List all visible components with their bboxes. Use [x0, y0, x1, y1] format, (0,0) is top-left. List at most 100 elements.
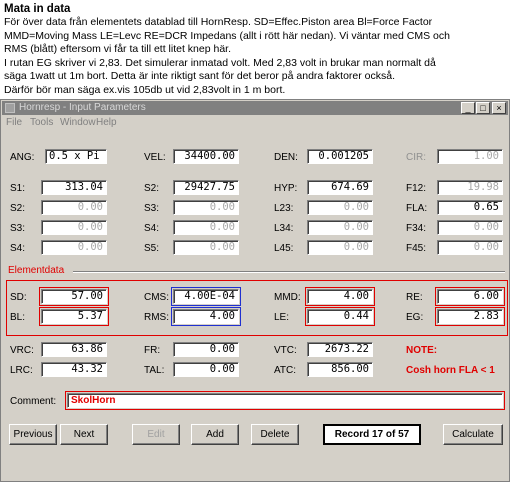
rms-label: RMS:: [144, 312, 169, 323]
s3b-field[interactable]: 0.00: [41, 220, 107, 235]
l45-field[interactable]: 0.00: [307, 240, 373, 255]
close-button[interactable]: ×: [492, 102, 506, 114]
s5-label: S5:: [144, 243, 160, 254]
l45-label: L45:: [274, 243, 294, 254]
minimize-button[interactable]: _: [461, 102, 475, 114]
window-title: Hornresp - Input Parameters: [19, 102, 146, 113]
menu-bar: File Tools Window Help: [2, 116, 508, 129]
tal-label: TAL:: [144, 365, 165, 376]
le-field[interactable]: 0.44: [305, 307, 375, 326]
fla-field[interactable]: 0.65: [437, 200, 503, 215]
menu-tools[interactable]: Tools: [30, 116, 53, 129]
intro-heading: Mata in data: [4, 3, 71, 15]
sd-label: SD:: [10, 292, 27, 303]
mmd-label: MMD:: [274, 292, 301, 303]
vel-label: VEL:: [144, 152, 166, 163]
cir-field[interactable]: 1.00: [437, 149, 503, 164]
cms-label: CMS:: [144, 292, 169, 303]
menu-file[interactable]: File: [6, 116, 22, 129]
f45-field[interactable]: 0.00: [437, 240, 503, 255]
elementdata-label: Elementdata: [8, 265, 65, 276]
l34-field[interactable]: 0.00: [307, 220, 373, 235]
f45-label: F45:: [406, 243, 427, 254]
s1-field[interactable]: 313.04: [41, 180, 107, 195]
l34-label: L34:: [274, 223, 294, 234]
f34-label: F34:: [406, 223, 427, 234]
cir-label: CIR:: [406, 152, 426, 163]
bl-field[interactable]: 5.37: [39, 307, 109, 326]
intro-line: MMD=Moving Mass LE=Levc RE=DCR Impedans …: [4, 29, 450, 42]
f12-label: F12:: [406, 183, 427, 194]
intro-line: I rutan EG skriver vi 2,83. Det simulera…: [4, 56, 436, 69]
rms-field[interactable]: 4.00: [171, 307, 241, 326]
s3-field[interactable]: 0.00: [173, 200, 239, 215]
fla-label: FLA:: [406, 203, 428, 214]
calculate-button[interactable]: Calculate: [443, 424, 503, 445]
s2b-label: S2:: [10, 203, 26, 214]
s5-field[interactable]: 0.00: [173, 240, 239, 255]
lrc-label: LRC:: [10, 365, 33, 376]
vtc-label: VTC:: [274, 345, 297, 356]
sd-field[interactable]: 57.00: [39, 287, 109, 306]
vrc-label: VRC:: [10, 345, 34, 356]
comment-label: Comment:: [10, 396, 57, 407]
delete-button[interactable]: Delete: [251, 424, 299, 445]
intro-line: För över data från elementets datablad t…: [4, 16, 433, 28]
add-button[interactable]: Add: [191, 424, 239, 445]
record-indicator: Record 17 of 57: [323, 424, 421, 445]
maximize-button[interactable]: □: [476, 102, 490, 114]
re-label: RE:: [406, 292, 423, 303]
ang-label: ANG:: [10, 152, 35, 163]
den-field[interactable]: 0.001205: [307, 149, 373, 164]
input-parameters-window: Hornresp - Input Parameters _ □ × File T…: [0, 99, 510, 482]
cms-field[interactable]: 4.00E-04: [171, 287, 241, 306]
intro-line: RMS (blått) eftersom vi får ta till ett …: [4, 43, 231, 55]
note-label: NOTE:: [406, 345, 438, 356]
menu-help[interactable]: Help: [96, 116, 117, 129]
vtc-field[interactable]: 2673.22: [307, 342, 373, 357]
mmd-field[interactable]: 4.00: [305, 287, 375, 306]
lrc-field[interactable]: 43.32: [41, 362, 107, 377]
f34-field[interactable]: 0.00: [437, 220, 503, 235]
menu-window[interactable]: Window: [60, 116, 96, 129]
s4b-field[interactable]: 0.00: [41, 240, 107, 255]
s4-label: S4:: [144, 223, 160, 234]
edit-button[interactable]: Edit: [132, 424, 180, 445]
intro-line: säga 1watt ut 1m bort. Detta är inte rik…: [4, 70, 396, 82]
ang-field[interactable]: 0.5 x Pi: [45, 149, 107, 164]
eg-field[interactable]: 2.83: [435, 307, 505, 326]
intro-text: Mata in data För över data från elemente…: [4, 2, 510, 97]
app-icon: [5, 103, 15, 113]
s4b-label: S4:: [10, 243, 26, 254]
comment-field[interactable]: SkolHorn: [65, 391, 505, 410]
atc-label: ATC:: [274, 365, 297, 376]
vrc-field[interactable]: 63.86: [41, 342, 107, 357]
f12-field[interactable]: 19.98: [437, 180, 503, 195]
hyp-field[interactable]: 674.69: [307, 180, 373, 195]
le-label: LE:: [274, 312, 290, 323]
bl-label: BL:: [10, 312, 26, 323]
s1-label: S1:: [10, 183, 26, 194]
fr-label: FR:: [144, 345, 161, 356]
s2-field[interactable]: 29427.75: [173, 180, 239, 195]
l23-label: L23:: [274, 203, 294, 214]
re-field[interactable]: 6.00: [435, 287, 505, 306]
vel-field[interactable]: 34400.00: [173, 149, 239, 164]
title-bar: Hornresp - Input Parameters _ □ ×: [2, 101, 508, 115]
tal-field[interactable]: 0.00: [173, 362, 239, 377]
elementdata-separator: [73, 271, 505, 273]
den-label: DEN:: [274, 152, 298, 163]
next-button[interactable]: Next: [60, 424, 108, 445]
s2-label: S2:: [144, 183, 160, 194]
fr-field[interactable]: 0.00: [173, 342, 239, 357]
previous-button[interactable]: Previous: [9, 424, 57, 445]
intro-line: Därför bör man säga ex.vis 105db ut vid …: [4, 83, 286, 96]
hyp-label: HYP:: [274, 183, 298, 194]
s3b-label: S3:: [10, 223, 26, 234]
s4-field[interactable]: 0.00: [173, 220, 239, 235]
note-text: Cosh horn FLA < 1: [406, 365, 495, 376]
eg-label: EG:: [406, 312, 424, 323]
atc-field[interactable]: 856.00: [307, 362, 373, 377]
l23-field[interactable]: 0.00: [307, 200, 373, 215]
s2b-field[interactable]: 0.00: [41, 200, 107, 215]
